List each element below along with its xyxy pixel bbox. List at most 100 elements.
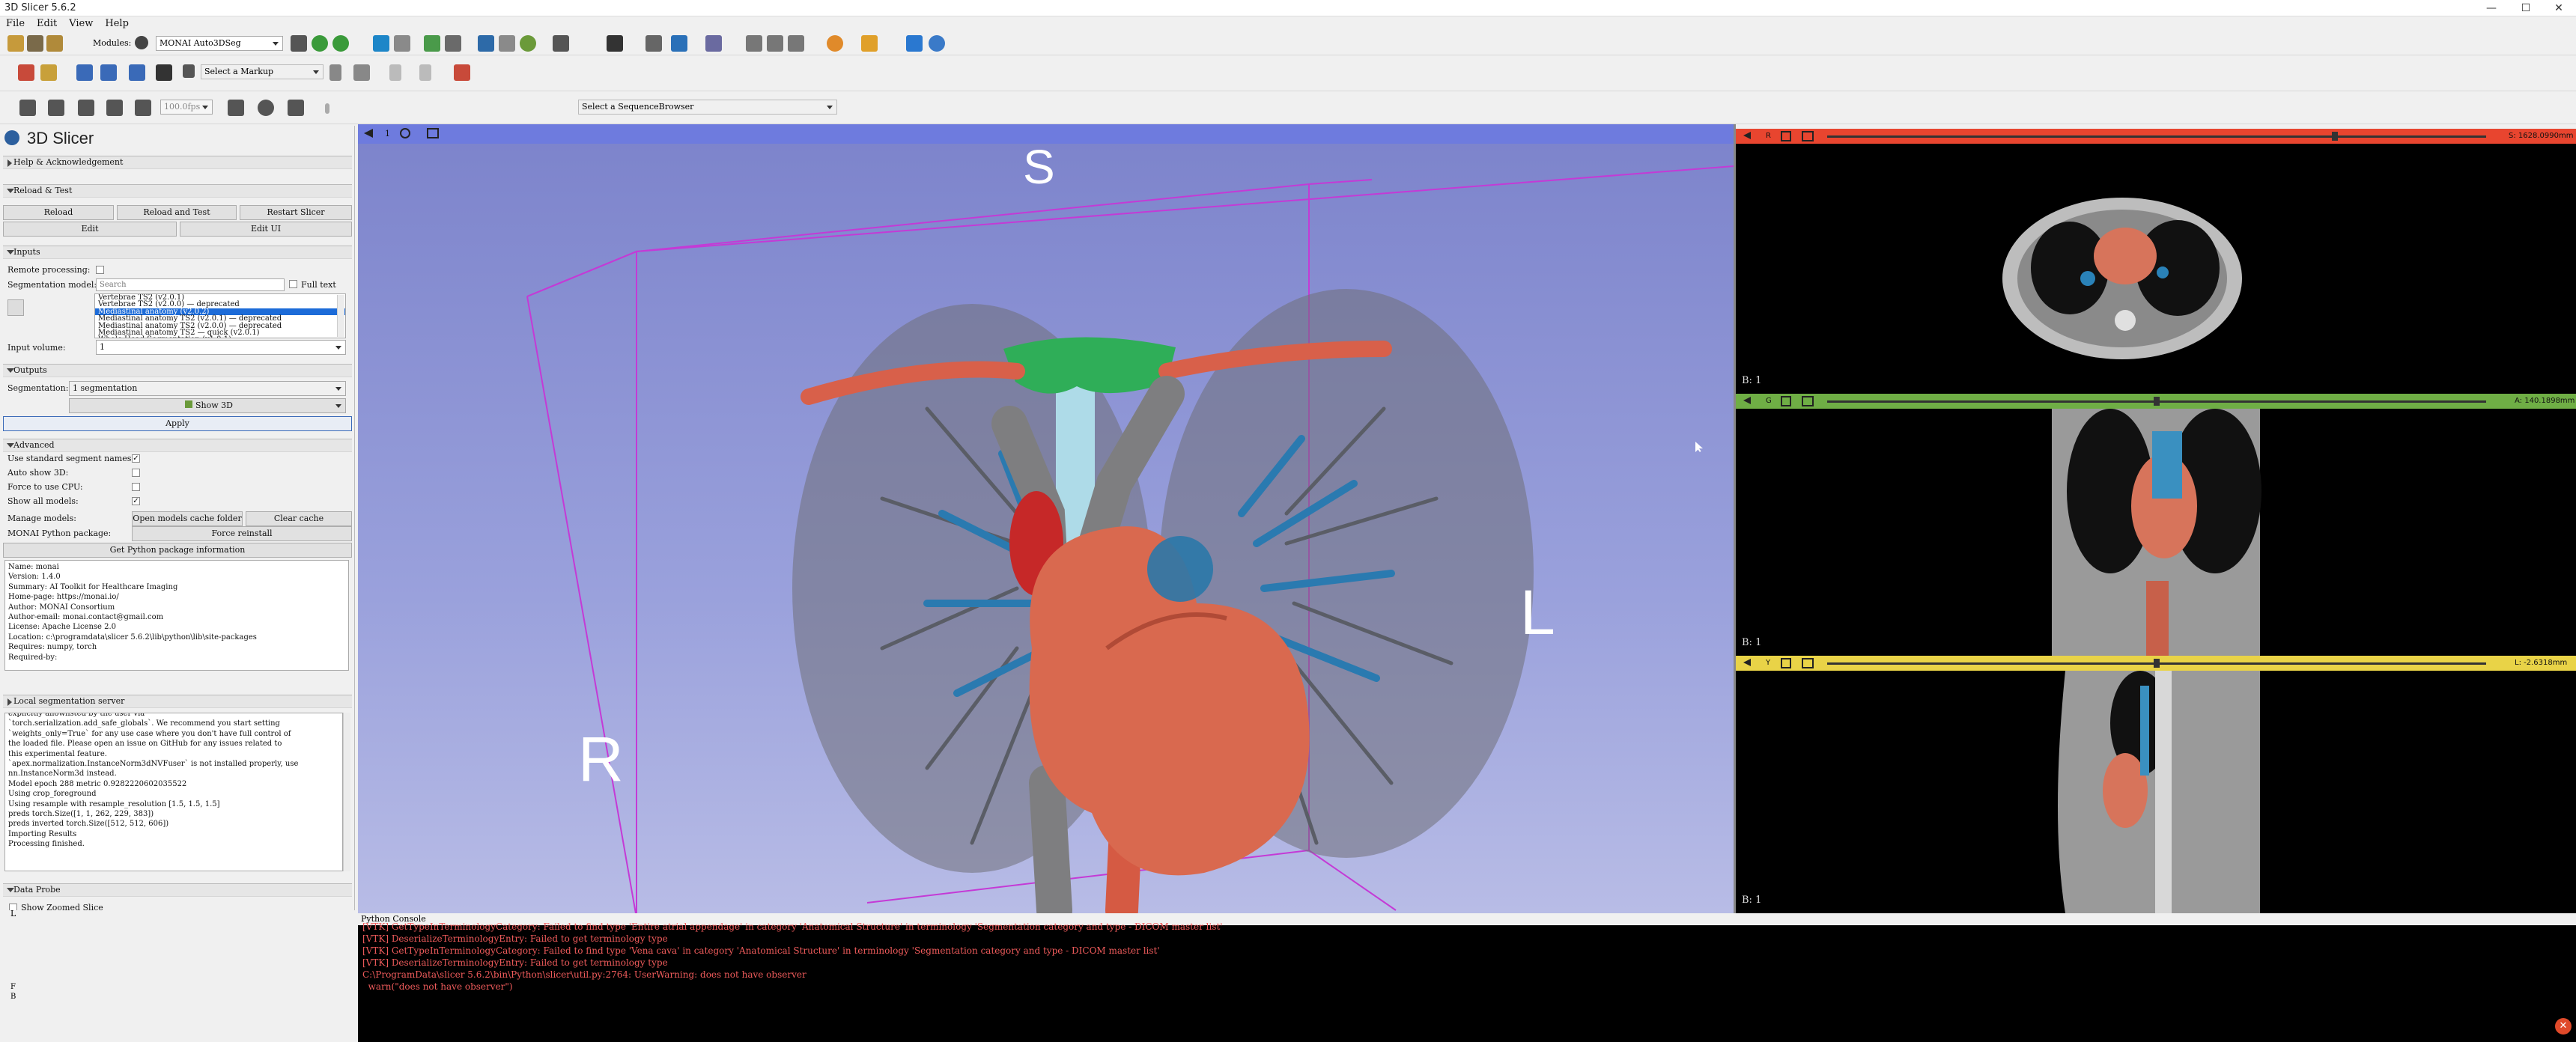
- extension-manager-icon[interactable]: [906, 35, 923, 52]
- markup-color-icon[interactable]: [454, 64, 470, 81]
- advanced-option-checkbox[interactable]: ✓: [132, 454, 140, 463]
- model-list[interactable]: Vertebrae TS2 (v2.0.1) Vertebrae TS2 (v2.…: [94, 293, 346, 338]
- mouse-pointer-icon[interactable]: [645, 35, 662, 52]
- yellow-slider-thumb[interactable]: [2154, 659, 2160, 668]
- help-section-header[interactable]: Help & Acknowledgement: [3, 156, 352, 169]
- first-frame-icon[interactable]: [19, 100, 36, 116]
- dicom-icon[interactable]: [27, 35, 43, 52]
- module-selector[interactable]: MONAI Auto3DSeg: [156, 36, 283, 51]
- green-pin-icon[interactable]: [1743, 397, 1751, 404]
- get-package-info-button[interactable]: Get Python package information: [3, 543, 352, 558]
- view-link-icon[interactable]: [788, 35, 804, 52]
- green-slider-thumb[interactable]: [2154, 397, 2160, 406]
- local-server-section-header[interactable]: Local segmentation server: [3, 695, 352, 708]
- yellow-maximize-icon[interactable]: [1802, 658, 1814, 668]
- segmentations-icon[interactable]: [520, 35, 536, 52]
- red-slider-thumb[interactable]: [2331, 132, 2338, 141]
- sequence-browser-selector[interactable]: Select a SequenceBrowser: [578, 100, 837, 115]
- red-pin-icon[interactable]: [1743, 132, 1751, 139]
- last-frame-icon[interactable]: [135, 100, 151, 116]
- reload-test-button[interactable]: Reload and Test: [117, 205, 237, 220]
- advanced-option-checkbox[interactable]: ✓: [132, 497, 140, 505]
- data-module-icon[interactable]: [424, 35, 440, 52]
- delete-markup-icon[interactable]: [353, 64, 370, 81]
- volumes-icon[interactable]: [445, 35, 461, 52]
- show-3d-button[interactable]: Show 3D: [69, 398, 346, 413]
- fiducial-icon[interactable]: [18, 64, 34, 81]
- red-slice-slider[interactable]: [1827, 135, 2486, 138]
- maximize-button[interactable]: ☐: [2509, 0, 2543, 16]
- model-search-input[interactable]: [96, 278, 285, 291]
- markup-selector[interactable]: Select a Markup: [201, 64, 323, 79]
- plane-icon[interactable]: [129, 64, 145, 81]
- model-list-scrollbar[interactable]: [337, 295, 344, 337]
- save-icon[interactable]: [46, 35, 63, 52]
- crosshair-link-icon[interactable]: [767, 35, 783, 52]
- markup-option-icon[interactable]: [389, 64, 401, 81]
- force-reinstall-button[interactable]: Force reinstall: [132, 526, 352, 541]
- maximize-view-icon[interactable]: [427, 128, 439, 138]
- markups-icon[interactable]: [553, 35, 569, 52]
- monai-module-icon[interactable]: [373, 35, 389, 52]
- reload-button[interactable]: Reload: [3, 205, 114, 220]
- green-slice-view[interactable]: B: 1: [1736, 409, 2576, 656]
- search-module-icon[interactable]: [135, 36, 148, 49]
- line-icon[interactable]: [40, 64, 57, 81]
- previous-frame-icon[interactable]: [48, 100, 64, 116]
- red-maximize-icon[interactable]: [1802, 131, 1814, 141]
- screenshot-icon[interactable]: [746, 35, 762, 52]
- python-console[interactable]: [VTK] GetTypeInTerminologyCategory: Fail…: [358, 921, 2576, 1015]
- crosshair-icon[interactable]: [827, 35, 843, 52]
- play-icon[interactable]: [78, 100, 94, 116]
- window-level-icon[interactable]: [671, 35, 687, 52]
- layout-icon[interactable]: [607, 35, 623, 52]
- log-scrollbar[interactable]: [343, 713, 350, 871]
- loop-icon[interactable]: [228, 100, 244, 116]
- menu-edit[interactable]: Edit: [31, 16, 63, 31]
- back-arrow-icon[interactable]: [312, 35, 328, 52]
- edit-ui-button[interactable]: Edit UI: [180, 222, 352, 237]
- angle-icon[interactable]: [76, 64, 93, 81]
- menu-view[interactable]: View: [63, 16, 99, 31]
- markup-option2-icon[interactable]: [419, 64, 431, 81]
- outputs-section-header[interactable]: Outputs: [3, 364, 352, 377]
- edit-button[interactable]: Edit: [3, 222, 177, 237]
- advanced-option-checkbox[interactable]: [132, 469, 140, 477]
- segmentation-selector[interactable]: 1 segmentation: [69, 381, 346, 396]
- close-window-button[interactable]: ✕: [2542, 0, 2576, 16]
- red-slice-view[interactable]: B: 1: [1736, 144, 2576, 394]
- input-volume-selector[interactable]: 1: [96, 340, 346, 355]
- menu-file[interactable]: File: [0, 16, 31, 31]
- minimize-button[interactable]: —: [2474, 0, 2509, 16]
- apply-button[interactable]: Apply: [3, 416, 352, 431]
- error-log-icon[interactable]: ✕: [2555, 1018, 2572, 1035]
- roi-icon[interactable]: [156, 64, 172, 81]
- data-probe-section-header[interactable]: Data Probe: [3, 883, 352, 897]
- model-info-icon[interactable]: [7, 299, 24, 316]
- advanced-option-checkbox[interactable]: [132, 483, 140, 491]
- green-maximize-icon[interactable]: [1802, 396, 1814, 406]
- clear-cache-button[interactable]: Clear cache: [246, 511, 352, 526]
- record-icon[interactable]: [258, 100, 274, 116]
- yellow-pin-icon[interactable]: [1743, 659, 1751, 666]
- center-view-icon[interactable]: [400, 128, 410, 138]
- transforms-icon[interactable]: [499, 35, 515, 52]
- full-text-checkbox[interactable]: [289, 280, 297, 288]
- module-history-icon[interactable]: [291, 35, 307, 52]
- advanced-section-header[interactable]: Advanced: [3, 439, 352, 452]
- persistence-icon[interactable]: [329, 64, 341, 81]
- extensions-icon[interactable]: [861, 35, 878, 52]
- yellow-link-icon[interactable]: [1781, 658, 1791, 668]
- place-markup-icon[interactable]: [705, 35, 722, 52]
- 3d-view[interactable]: 1 S R L: [358, 124, 1734, 913]
- load-data-icon[interactable]: [7, 35, 24, 52]
- remote-processing-checkbox[interactable]: [96, 266, 104, 274]
- restart-slicer-button[interactable]: Restart Slicer: [240, 205, 352, 220]
- red-link-icon[interactable]: [1781, 131, 1791, 141]
- open-cache-folder-button[interactable]: Open models cache folder: [132, 511, 243, 526]
- segment-editor-icon[interactable]: [394, 35, 410, 52]
- fps-spinbox[interactable]: 100.0fps: [160, 100, 213, 115]
- yellow-slice-view[interactable]: B: 1: [1736, 671, 2576, 913]
- green-link-icon[interactable]: [1781, 396, 1791, 406]
- snapshot-icon[interactable]: [288, 100, 304, 116]
